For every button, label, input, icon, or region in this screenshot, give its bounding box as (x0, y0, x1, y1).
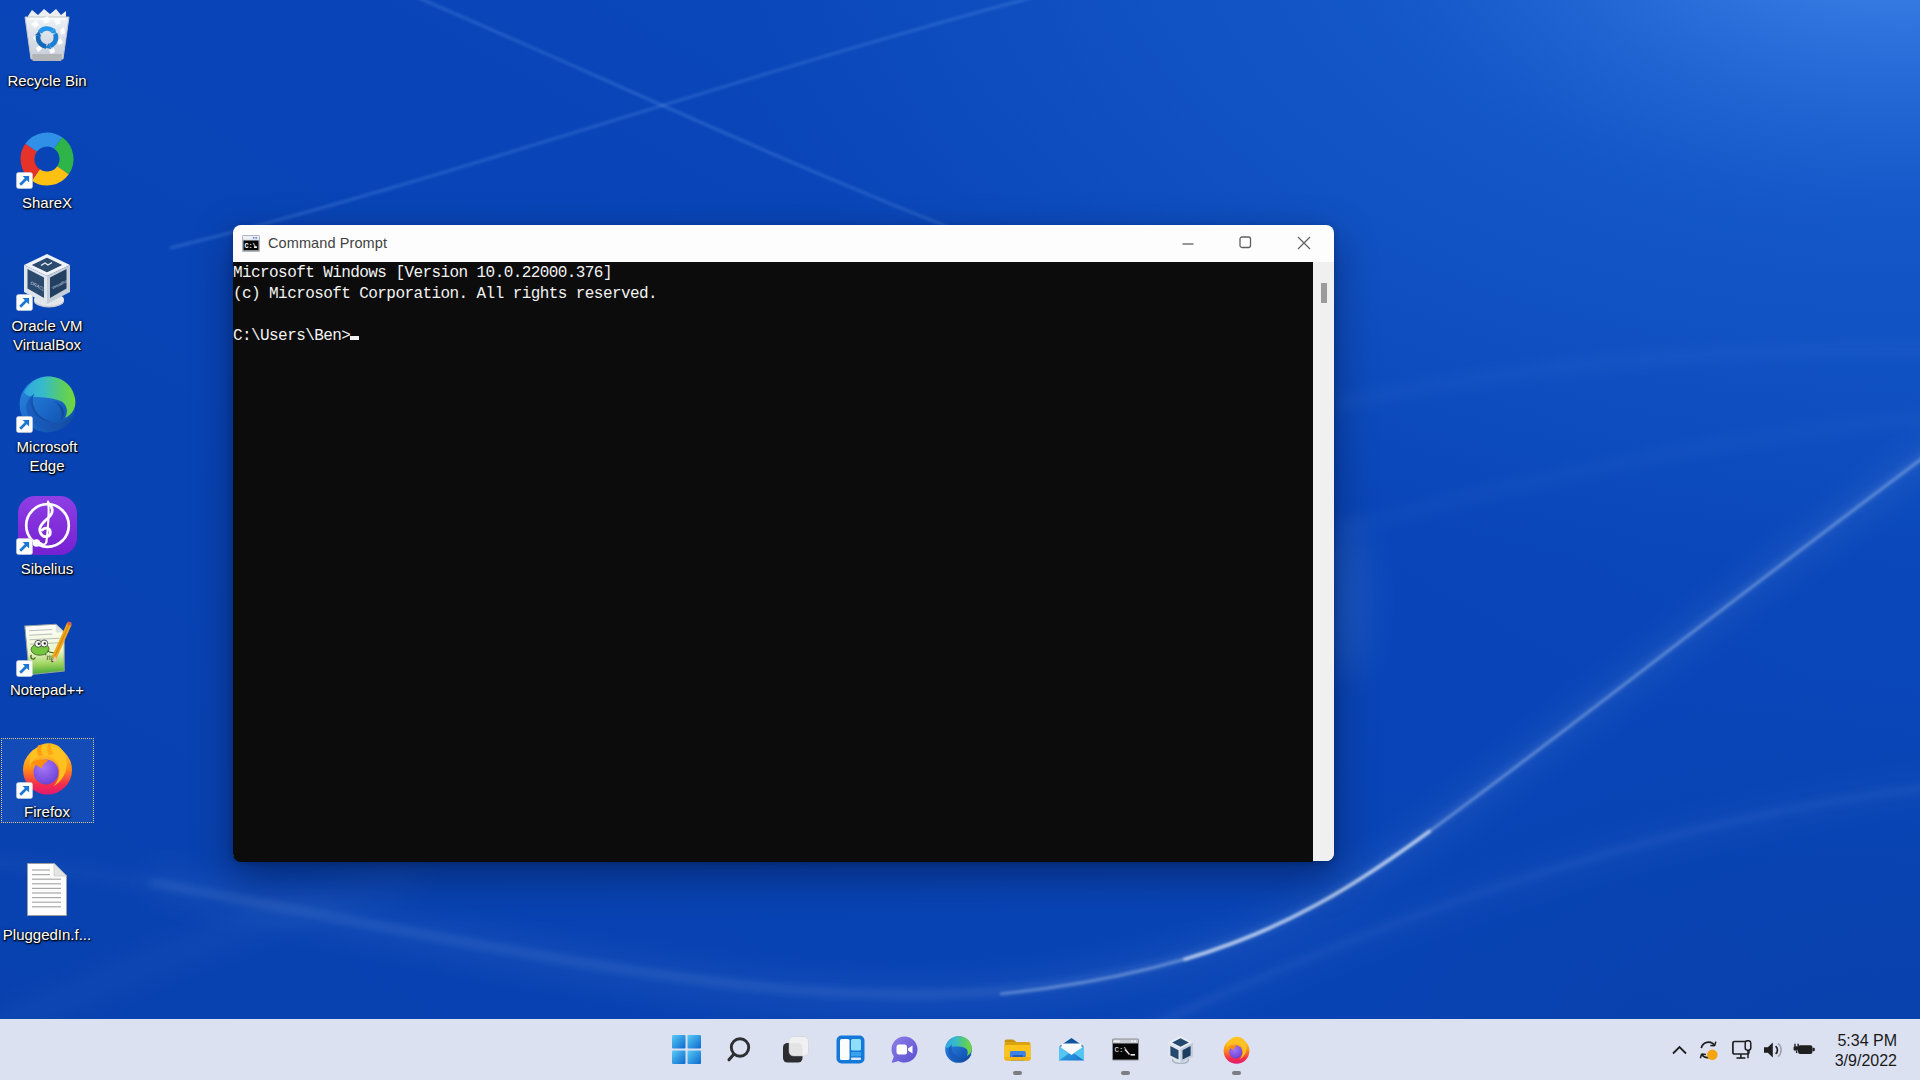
svg-text:C:\: C:\ (1114, 1046, 1128, 1054)
svg-text:C:\: C:\ (244, 242, 256, 250)
